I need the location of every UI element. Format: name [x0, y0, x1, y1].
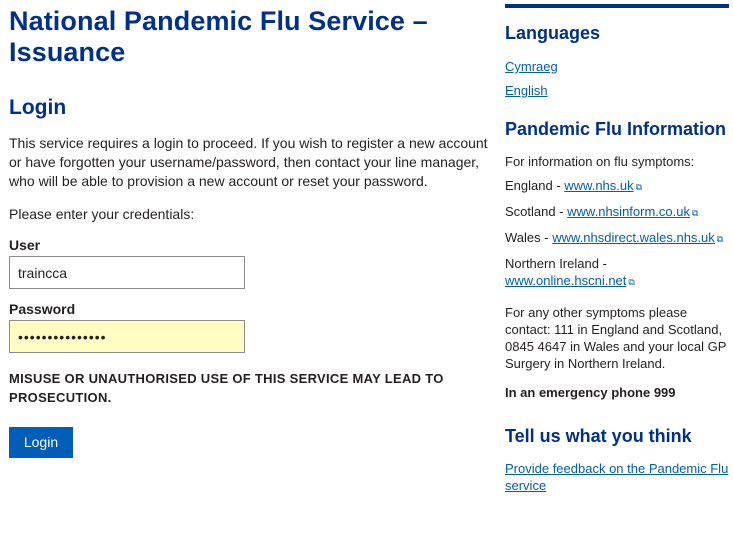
language-link-cymraeg[interactable]: Cymraeg: [505, 58, 729, 75]
external-link-icon: ⧉: [635, 182, 643, 192]
region-england: England - www.nhs.uk ⧉: [505, 177, 729, 196]
region-wales: Wales - www.nhsdirect.wales.nhs.uk ⧉: [505, 229, 729, 248]
misuse-warning: MISUSE OR UNAUTHORISED USE OF THIS SERVI…: [9, 371, 444, 405]
nhsdirect-wales-link[interactable]: www.nhsdirect.wales.nhs.uk: [552, 230, 715, 245]
external-link-icon: ⧉: [691, 208, 699, 218]
region-label: Scotland -: [505, 204, 568, 219]
password-input[interactable]: [9, 320, 245, 353]
password-label: Password: [9, 301, 76, 317]
user-input[interactable]: [9, 256, 245, 289]
other-symptoms-text: For any other symptoms please contact: 1…: [505, 305, 727, 371]
language-link-english[interactable]: English: [505, 82, 729, 99]
login-heading: Login: [9, 96, 67, 119]
tell-us-heading: Tell us what you think: [505, 426, 692, 446]
hscni-link[interactable]: www.online.hscni.net: [505, 273, 626, 288]
feedback-link[interactable]: Provide feedback on the Pandemic Flu ser…: [505, 460, 729, 494]
intro-text: This service requires a login to proceed…: [9, 135, 488, 189]
nhs-uk-link[interactable]: www.nhs.uk: [564, 178, 633, 193]
region-label: Northern Ireland -: [505, 256, 607, 271]
region-label: Wales -: [505, 230, 553, 245]
flu-intro-text: For information on flu symptoms:: [505, 154, 695, 169]
region-label: England -: [505, 178, 565, 193]
credentials-prompt: Please enter your credentials:: [9, 206, 195, 222]
main-content: National Pandemic Flu Service – Issuance…: [9, 6, 489, 458]
region-northern-ireland: Northern Ireland - www.online.hscni.net ⧉: [505, 255, 729, 291]
languages-heading: Languages: [505, 23, 601, 43]
sidebar: Languages Cymraeg English Pandemic Flu I…: [505, 4, 729, 494]
external-link-icon: ⧉: [628, 277, 635, 287]
service-title: National Pandemic Flu Service – Issuance: [9, 6, 428, 67]
login-button[interactable]: Login: [9, 427, 73, 458]
user-label: User: [9, 237, 41, 253]
emergency-text: In an emergency phone 999: [505, 385, 676, 400]
nhsinform-link[interactable]: www.nhsinform.co.uk: [567, 204, 690, 219]
pandemic-flu-heading: Pandemic Flu Information: [505, 119, 727, 139]
external-link-icon: ⧉: [716, 234, 724, 244]
region-scotland: Scotland - www.nhsinform.co.uk ⧉: [505, 203, 729, 222]
